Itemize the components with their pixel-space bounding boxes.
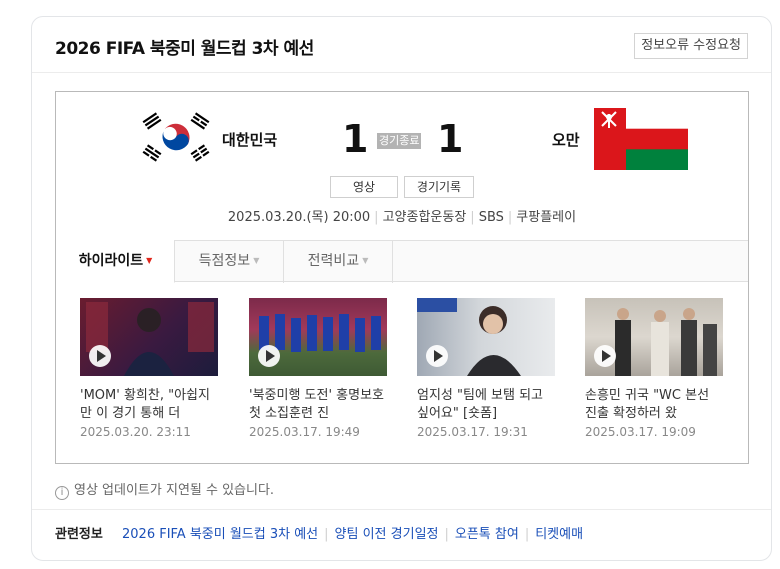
video-item[interactable]: 'MOM' 황희찬, "아쉽지만 이 경기 통해 더 2025.03.20. 2… [80, 298, 218, 439]
match-info: 2025.03.20.(목) 20:00 | 고양종합운동장 | SBS | 쿠팡플레이 [227, 210, 577, 225]
related-link-qualifier[interactable]: 2026 FIFA 북중미 월드컵 3차 예선 [122, 527, 318, 542]
play-icon [258, 345, 280, 367]
korea-flag-icon [138, 110, 214, 164]
video-title[interactable]: 'MOM' 황희찬, "아쉽지만 이 경기 통해 더 [80, 387, 218, 423]
report-error-button[interactable]: 정보오류 수정요청 [634, 33, 748, 59]
tab-scoring[interactable]: 득점정보 ▼ [175, 240, 284, 283]
oman-flag-icon [594, 108, 688, 170]
match-venue: 고양종합운동장 [382, 210, 467, 225]
video-item[interactable]: '북중미행 도전' 홍명보호 첫 소집훈련 진 2025.03.17. 19:4… [249, 298, 387, 439]
related-link-previous-schedule[interactable]: 양팀 이전 경기일정 [335, 527, 439, 542]
video-title[interactable]: '북중미행 도전' 홍명보호 첫 소집훈련 진 [249, 387, 387, 423]
tab-comparison[interactable]: 전력비교 ▼ [284, 240, 393, 283]
match-tabs: 하이라이트 ▼ 득점정보 ▼ 전력비교 ▼ [56, 240, 748, 283]
page-title: 2026 FIFA 북중미 월드컵 3차 예선 [55, 39, 314, 59]
home-score: 1 [342, 117, 369, 161]
related-links: 2026 FIFA 북중미 월드컵 3차 예선 | 양팀 이전 경기일정 | 오픈톡 참… [122, 527, 584, 542]
play-icon [89, 345, 111, 367]
tab-scoring-label: 득점정보 [198, 253, 251, 269]
caret-down-icon: ▼ [253, 256, 260, 265]
away-score: 1 [437, 117, 464, 161]
info-icon: i [55, 486, 69, 500]
away-team-name[interactable]: 오만 [552, 129, 580, 150]
video-date: 2025.03.17. 19:09 [585, 425, 696, 439]
card-header: 2026 FIFA 북중미 월드컵 3차 예선 정보오류 수정요청 [32, 17, 771, 73]
video-thumbnail[interactable] [585, 298, 723, 376]
related-link-opentalk[interactable]: 오픈톡 참여 [455, 527, 519, 542]
match-card: 2026 FIFA 북중미 월드컵 3차 예선 정보오류 수정요청 대한민국 1… [31, 16, 772, 561]
tab-highlight[interactable]: 하이라이트 ▼ [56, 240, 175, 283]
home-team-name[interactable]: 대한민국 [222, 129, 277, 150]
caret-down-icon: ▼ [362, 256, 369, 265]
tab-comparison-label: 전력비교 [307, 253, 360, 269]
video-button[interactable]: 영상 [330, 176, 398, 198]
match-record-button[interactable]: 경기기록 [404, 176, 474, 198]
video-item[interactable]: 엄지성 "팀에 보탬 되고 싶어요" [숏폼] 2025.03.17. 19:3… [417, 298, 555, 439]
play-icon [594, 345, 616, 367]
related-label: 관련정보 [55, 527, 103, 542]
video-title[interactable]: 손흥민 귀국 "WC 본선 진출 확정하러 왔 [585, 387, 723, 423]
related-link-tickets[interactable]: 티켓예매 [535, 527, 583, 542]
tab-highlight-label: 하이라이트 [78, 253, 144, 269]
video-title[interactable]: 엄지성 "팀에 보탬 되고 싶어요" [숏폼] [417, 387, 555, 423]
video-date: 2025.03.20. 23:11 [80, 425, 191, 439]
video-thumbnail[interactable] [80, 298, 218, 376]
broadcaster-sbs: SBS [478, 210, 504, 225]
video-date: 2025.03.17. 19:49 [249, 425, 360, 439]
play-icon [426, 345, 448, 367]
broadcaster-coupang: 쿠팡플레이 [516, 210, 577, 225]
update-notice: i 영상 업데이트가 지연될 수 있습니다. [55, 479, 274, 500]
match-datetime: 2025.03.20.(목) 20:00 [227, 210, 371, 225]
match-scoreboard: 대한민국 1 경기종료 1 오만 영상 경기기록 2025.03.20.(목) … [55, 91, 749, 464]
video-thumbnail[interactable] [249, 298, 387, 376]
caret-down-icon: ▼ [146, 256, 153, 265]
video-item[interactable]: 손흥민 귀국 "WC 본선 진출 확정하러 왔 2025.03.17. 19:0… [585, 298, 723, 439]
video-date: 2025.03.17. 19:31 [417, 425, 528, 439]
video-thumbnail[interactable] [417, 298, 555, 376]
match-status-badge: 경기종료 [377, 133, 422, 149]
notice-text: 영상 업데이트가 지연될 수 있습니다. [74, 483, 275, 498]
related-info: 관련정보 2026 FIFA 북중미 월드컵 3차 예선 | 양팀 이전 경기일정 |… [32, 509, 771, 555]
